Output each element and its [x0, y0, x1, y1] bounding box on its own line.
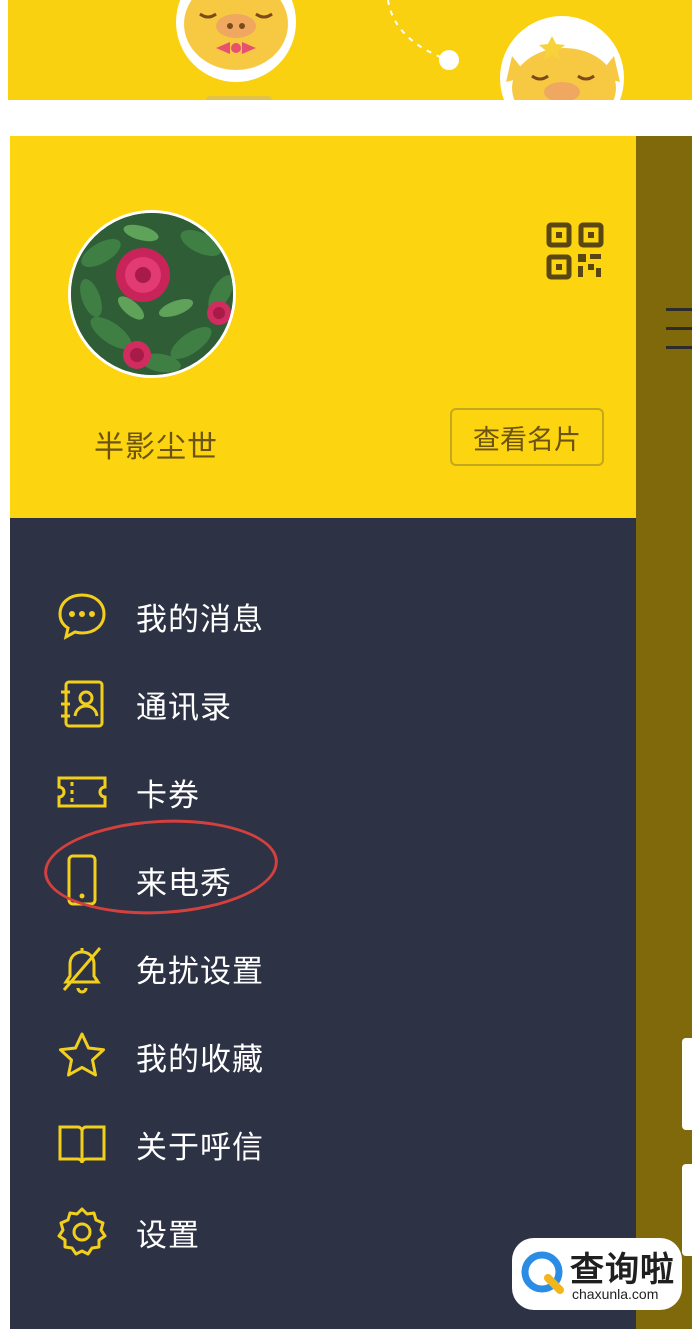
menu-item-favorites[interactable]: 我的收藏 — [10, 1012, 636, 1100]
menu-item-label: 关于呼信 — [136, 1129, 264, 1166]
watermark-name: 查询啦 — [570, 1250, 675, 1290]
top-banner — [0, 0, 692, 100]
gear-icon — [54, 1204, 110, 1260]
avatar[interactable] — [68, 210, 236, 378]
contacts-icon — [54, 676, 110, 732]
main-content-overlay[interactable] — [636, 136, 692, 1329]
profile-header: 半影尘世 查看名片 — [10, 136, 636, 518]
menu-item-contacts[interactable]: 通讯录 — [10, 660, 636, 748]
drawer-menu: 我的消息 通讯录 卡券 来电秀 免扰设置 我的收藏 关于呼信 设置 — [10, 572, 636, 1276]
star-icon — [54, 1028, 110, 1084]
watermark-url: chaxunla.com — [572, 1286, 659, 1302]
qr-code-icon[interactable] — [546, 222, 604, 280]
username: 半影尘世 — [94, 430, 218, 465]
menu-item-do-not-disturb[interactable]: 免扰设置 — [10, 924, 636, 1012]
menu-item-label: 我的收藏 — [136, 1041, 264, 1078]
menu-item-label: 免扰设置 — [136, 953, 264, 990]
menu-item-label: 通讯录 — [136, 689, 232, 726]
message-bubble-icon — [54, 588, 110, 644]
menu-item-label: 设置 — [136, 1217, 200, 1254]
menu-item-messages[interactable]: 我的消息 — [10, 572, 636, 660]
menu-item-label: 卡券 — [136, 777, 200, 814]
avatar-rose-image — [71, 213, 233, 375]
main-card-edge — [682, 1038, 692, 1130]
book-icon — [54, 1116, 110, 1172]
menu-item-label: 来电秀 — [136, 865, 232, 902]
menu-item-about[interactable]: 关于呼信 — [10, 1100, 636, 1188]
banner-illustration — [176, 0, 624, 100]
ticket-icon — [54, 764, 110, 820]
divider-gap — [0, 100, 692, 136]
main-card-edge — [682, 1164, 692, 1256]
watermark-logo: 查询啦 chaxunla.com — [512, 1238, 682, 1310]
bell-muted-icon — [54, 940, 110, 996]
watermark-q-icon — [521, 1251, 564, 1294]
menu-item-caller-show[interactable]: 来电秀 — [10, 836, 636, 924]
hamburger-menu-icon[interactable] — [666, 308, 692, 350]
phone-icon — [54, 852, 110, 908]
menu-item-coupons[interactable]: 卡券 — [10, 748, 636, 836]
view-card-button[interactable]: 查看名片 — [450, 408, 604, 466]
menu-item-label: 我的消息 — [136, 601, 264, 638]
navigation-drawer: 半影尘世 查看名片 我的消息 通讯录 卡券 来电秀 免扰设置 我的收藏 关于呼信… — [10, 136, 636, 1329]
